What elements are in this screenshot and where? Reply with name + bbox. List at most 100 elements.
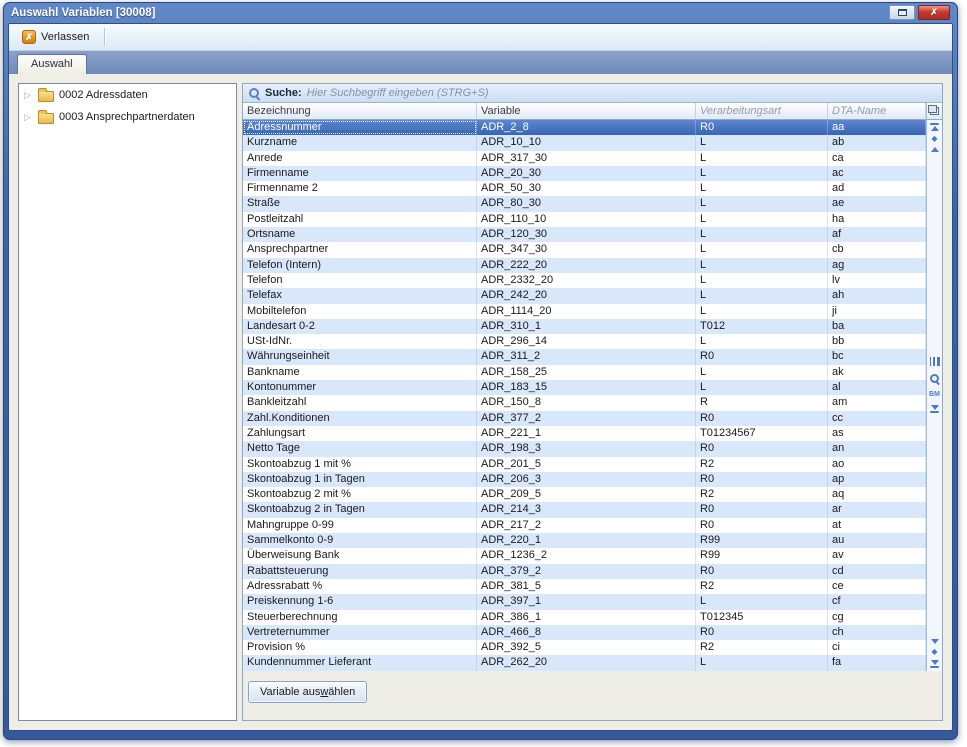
tree-item-ansprechpartnerdaten[interactable]: ▷ 0003 Ansprechpartnerdaten	[19, 106, 236, 128]
cell-dta[interactable]: au	[828, 533, 926, 548]
verlassen-button[interactable]: ✗ Verlassen	[15, 27, 96, 47]
cell-bezeichnung[interactable]: Bankleitzahl	[243, 395, 477, 410]
cell-bezeichnung[interactable]: Skontoabzug 2 mit %	[243, 487, 477, 502]
cell-variable[interactable]: ADR_347_30	[477, 242, 696, 257]
cell-dta[interactable]: ak	[828, 365, 926, 380]
cell-variable[interactable]: ADR_379_2	[477, 564, 696, 579]
table-row[interactable]: FirmennameADR_20_30Lac	[243, 166, 926, 181]
cell-dta[interactable]: ca	[828, 151, 926, 166]
table-row[interactable]: KontonummerADR_183_15Lal	[243, 380, 926, 395]
cell-variable[interactable]: ADR_50_30	[477, 181, 696, 196]
table-row[interactable]: StraßeADR_80_30Lae	[243, 196, 926, 211]
cell-verarbeitungsart[interactable]: R0	[696, 349, 828, 364]
cell-dta[interactable]: bb	[828, 334, 926, 349]
cell-bezeichnung[interactable]: Steuerberechnung	[243, 610, 477, 625]
cell-dta[interactable]: fa	[828, 655, 926, 670]
cell-verarbeitungsart[interactable]: R0	[696, 564, 828, 579]
cell-verarbeitungsart[interactable]: L	[696, 594, 828, 609]
cell-variable[interactable]: ADR_221_1	[477, 426, 696, 441]
cell-variable[interactable]: ADR_262_20	[477, 655, 696, 670]
cell-dta[interactable]: aq	[828, 487, 926, 502]
cell-dta[interactable]: ae	[828, 196, 926, 211]
cell-bezeichnung[interactable]: USt-IdNr.	[243, 334, 477, 349]
table-row[interactable]: PostleitzahlADR_110_10Lha	[243, 212, 926, 227]
cell-bezeichnung[interactable]: Mahngruppe 0-99	[243, 518, 477, 533]
tab-auswahl[interactable]: Auswahl	[17, 54, 87, 74]
cell-verarbeitungsart[interactable]: L	[696, 288, 828, 303]
cell-variable[interactable]: ADR_120_30	[477, 227, 696, 242]
filter-icon[interactable]	[930, 405, 939, 413]
table-row[interactable]: Firmenname 2ADR_50_30Lad	[243, 181, 926, 196]
cell-bezeichnung[interactable]: Bankname	[243, 365, 477, 380]
cell-bezeichnung[interactable]: Firmenname	[243, 166, 477, 181]
cell-bezeichnung[interactable]: Kurzname	[243, 135, 477, 150]
cell-variable[interactable]: ADR_377_2	[477, 411, 696, 426]
table-row[interactable]: OrtsnameADR_120_30Laf	[243, 227, 926, 242]
cell-variable[interactable]: ADR_311_2	[477, 349, 696, 364]
cell-variable[interactable]: ADR_220_1	[477, 533, 696, 548]
expand-arrow-icon[interactable]: ▷	[24, 112, 33, 123]
table-row[interactable]: Skontoabzug 2 mit %ADR_209_5R2aq	[243, 487, 926, 502]
cell-dta[interactable]: ha	[828, 212, 926, 227]
cell-dta[interactable]: ag	[828, 258, 926, 273]
table-row[interactable]: ZahlungsartADR_221_1T01234567as	[243, 426, 926, 441]
cell-dta[interactable]: ch	[828, 625, 926, 640]
cell-verarbeitungsart[interactable]: L	[696, 380, 828, 395]
cell-bezeichnung[interactable]: Preiskennung 1-6	[243, 594, 477, 609]
cell-dta[interactable]: as	[828, 426, 926, 441]
cell-bezeichnung[interactable]: Kundennummer Lieferant	[243, 655, 477, 670]
cell-dta[interactable]: cc	[828, 411, 926, 426]
cell-dta[interactable]: an	[828, 441, 926, 456]
table-row[interactable]: Preiskennung 1-6ADR_397_1Lcf	[243, 594, 926, 609]
cell-bezeichnung[interactable]: Postleitzahl	[243, 212, 477, 227]
cell-verarbeitungsart[interactable]: R0	[696, 625, 828, 640]
table-row[interactable]: Telefon (Intern)ADR_222_20Lag	[243, 258, 926, 273]
cell-bezeichnung[interactable]: Landesart 0-2	[243, 319, 477, 334]
cell-variable[interactable]: ADR_317_30	[477, 151, 696, 166]
cell-variable[interactable]: ADR_201_5	[477, 457, 696, 472]
cell-verarbeitungsart[interactable]: R0	[696, 120, 828, 135]
cell-verarbeitungsart[interactable]: R2	[696, 457, 828, 472]
scroll-to-bottom-button[interactable]	[930, 660, 939, 668]
cell-variable[interactable]: ADR_381_5	[477, 579, 696, 594]
table-row[interactable]: Sammelkonto 0-9ADR_220_1R99au	[243, 533, 926, 548]
cell-dta[interactable]: al	[828, 380, 926, 395]
cell-verarbeitungsart[interactable]: L	[696, 181, 828, 196]
cell-verarbeitungsart[interactable]: R0	[696, 472, 828, 487]
table-row[interactable]: Netto TageADR_198_3R0an	[243, 441, 926, 456]
cell-verarbeitungsart[interactable]: L	[696, 135, 828, 150]
cell-verarbeitungsart[interactable]: R0	[696, 518, 828, 533]
table-row[interactable]: RabattsteuerungADR_379_2R0cd	[243, 564, 926, 579]
cell-bezeichnung[interactable]: Telefax	[243, 288, 477, 303]
cell-verarbeitungsart[interactable]: L	[696, 212, 828, 227]
cell-dta[interactable]: ah	[828, 288, 926, 303]
cell-dta[interactable]: ad	[828, 181, 926, 196]
table-row[interactable]: BankleitzahlADR_150_8Ram	[243, 395, 926, 410]
cell-verarbeitungsart[interactable]: L	[696, 151, 828, 166]
cell-dta[interactable]: cb	[828, 242, 926, 257]
bookmark-icon[interactable]: BM	[929, 391, 940, 398]
table-row[interactable]: AnredeADR_317_30Lca	[243, 151, 926, 166]
table-row[interactable]: Adressrabatt %ADR_381_5R2ce	[243, 579, 926, 594]
cell-dta[interactable]: ce	[828, 579, 926, 594]
cell-dta[interactable]: lv	[828, 273, 926, 288]
table-row[interactable]: TelefaxADR_242_20Lah	[243, 288, 926, 303]
column-header-verarbeitungsart[interactable]: Verarbeitungsart	[696, 103, 828, 119]
cell-verarbeitungsart[interactable]: T012	[696, 319, 828, 334]
column-header-bezeichnung[interactable]: Bezeichnung	[243, 103, 477, 119]
close-button[interactable]: ✗	[918, 5, 950, 20]
cell-variable[interactable]: ADR_1236_2	[477, 548, 696, 563]
cell-bezeichnung[interactable]: Adressnummer	[243, 120, 477, 135]
scroll-down-button[interactable]	[931, 639, 939, 644]
cell-bezeichnung[interactable]: Rabattsteuerung	[243, 564, 477, 579]
cell-verarbeitungsart[interactable]: R	[696, 395, 828, 410]
cell-bezeichnung[interactable]: Straße	[243, 196, 477, 211]
table-row[interactable]: Zahl.KonditionenADR_377_2R0cc	[243, 411, 926, 426]
table-row[interactable]: SteuerberechnungADR_386_1T012345cg	[243, 610, 926, 625]
cell-dta[interactable]: av	[828, 548, 926, 563]
scroll-up-button[interactable]	[931, 147, 939, 152]
table-row[interactable]: Skontoabzug 1 in TagenADR_206_3R0ap	[243, 472, 926, 487]
cell-bezeichnung[interactable]: Kontonummer	[243, 380, 477, 395]
magnifier-icon[interactable]	[929, 373, 940, 384]
cell-bezeichnung[interactable]: Vertreternummer	[243, 625, 477, 640]
